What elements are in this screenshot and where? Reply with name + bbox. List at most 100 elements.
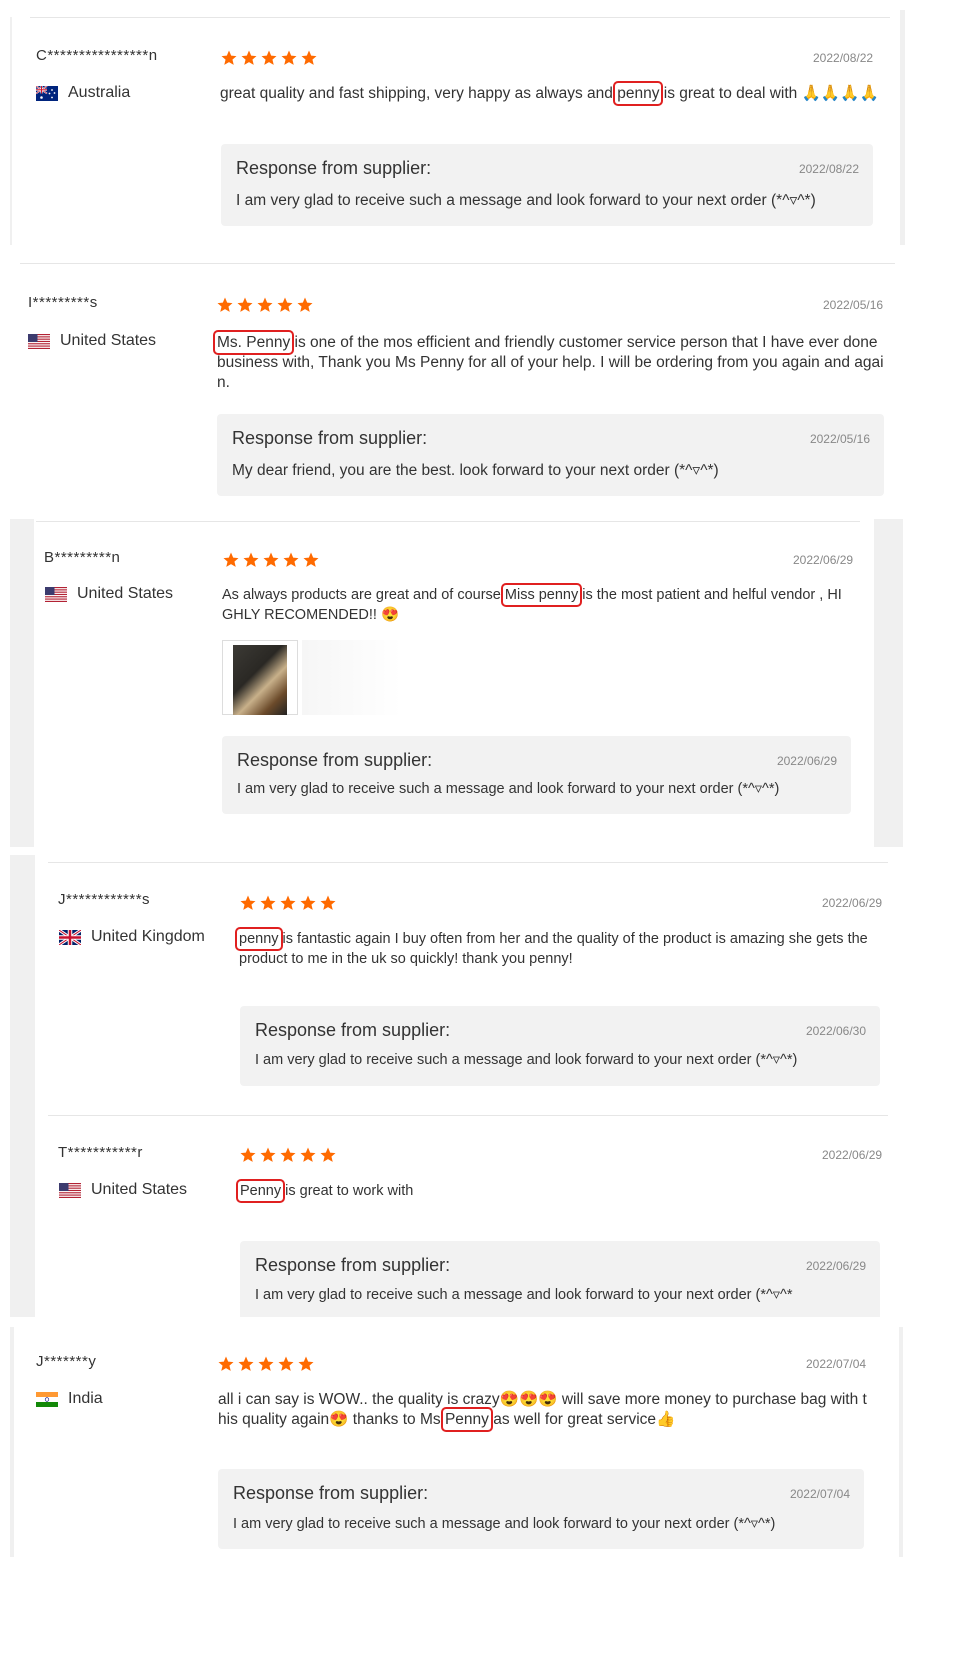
uk-flag-icon: [59, 929, 81, 945]
highlighted-name: Penny: [235, 1179, 286, 1203]
response-title: Response from supplier:: [236, 158, 432, 178]
review-text: penny is fantastic again I buy often fro…: [235, 927, 879, 969]
review-date: 2022/06/29: [822, 896, 883, 910]
country-label: United States: [91, 1181, 188, 1198]
star-icon: [280, 1147, 296, 1162]
response-text: I am very glad to receive such a message…: [255, 1052, 798, 1068]
review-text-part: as well for great service👍: [488, 1411, 676, 1428]
star-icon: [217, 297, 233, 312]
star-rating: [239, 894, 337, 912]
review-text: great quality and fast shipping, very ha…: [220, 81, 880, 106]
review-text-part: As always products are great and of cour…: [222, 587, 505, 603]
review-text-part: is fantastic again I buy often from her …: [239, 931, 868, 967]
highlighted-name: penny: [235, 927, 283, 951]
star-icon: [301, 50, 317, 65]
review-text: all i can say is WOW.. the quality is cr…: [218, 1390, 873, 1432]
reviewer-name: B*********n: [44, 549, 121, 566]
star-icon: [260, 1147, 276, 1162]
star-icon: [221, 50, 237, 65]
supplier-response: Response from supplier: 2022/08/22 I am …: [221, 144, 873, 226]
star-rating: [220, 49, 318, 67]
supplier-response: Response from supplier: 2022/07/04 I am …: [218, 1469, 864, 1549]
star-icon: [257, 297, 273, 312]
review-date: 2022/05/16: [823, 298, 884, 312]
response-text: I am very glad to receive such a message…: [255, 1287, 793, 1303]
response-text: I am very glad to receive such a message…: [237, 781, 780, 797]
highlighted-name: Ms. Penny: [212, 330, 295, 355]
star-icon: [238, 1356, 254, 1371]
review-text-part: is great to deal with 🙏🙏🙏🙏: [659, 85, 879, 102]
star-icon: [281, 50, 297, 65]
star-icon: [298, 1356, 314, 1371]
reviewer-country: Australia: [36, 84, 130, 102]
star-icon: [261, 50, 277, 65]
review-photo-thumbnail[interactable]: [222, 640, 298, 715]
star-icon: [223, 552, 239, 567]
supplier-response: Response from supplier: 2022/06/29 I am …: [240, 1241, 880, 1317]
response-text: My dear friend, you are the best. look f…: [232, 462, 719, 479]
response-title: Response from supplier:: [255, 1020, 451, 1040]
india-flag-icon: [36, 1391, 58, 1407]
star-icon: [237, 297, 253, 312]
review-date: 2022/06/29: [793, 553, 854, 567]
us-flag-icon: [59, 1182, 81, 1198]
response-title: Response from supplier:: [233, 1483, 429, 1503]
review-text: Ms. Penny is one of the mos efficient an…: [212, 330, 885, 393]
reviewer-name: J************s: [58, 891, 151, 908]
supplier-response: Response from supplier: 2022/05/16 My de…: [217, 414, 884, 496]
country-label: Australia: [68, 84, 131, 101]
country-label: United States: [60, 332, 157, 349]
star-icon: [278, 1356, 294, 1371]
reviewer-country: India: [36, 1390, 103, 1408]
us-flag-icon: [28, 333, 50, 349]
product-photo: [233, 645, 287, 715]
star-icon: [243, 552, 259, 567]
review-date: 2022/06/29: [822, 1148, 883, 1162]
response-title: Response from supplier:: [237, 750, 433, 770]
response-date: 2022/06/29: [805, 1259, 866, 1273]
star-icon: [218, 1356, 234, 1371]
review-text: As always products are great and of cour…: [222, 583, 852, 625]
country-label: United States: [77, 585, 174, 602]
review-date: 2022/08/22: [813, 51, 874, 65]
highlighted-name: Miss penny: [500, 583, 583, 607]
star-icon: [280, 895, 296, 910]
supplier-response: Response from supplier: 2022/06/30 I am …: [240, 1006, 880, 1086]
response-date: 2022/08/22: [798, 162, 859, 176]
star-icon: [297, 297, 313, 312]
country-label: India: [68, 1390, 103, 1407]
star-rating: [217, 1355, 315, 1373]
reviewer-country: United States: [45, 585, 173, 603]
response-date: 2022/07/04: [789, 1487, 850, 1501]
response-date: 2022/05/16: [809, 432, 870, 446]
star-icon: [241, 50, 257, 65]
response-title: Response from supplier:: [255, 1255, 451, 1275]
star-icon: [263, 552, 279, 567]
review-text-part: is great to work with: [281, 1183, 414, 1199]
star-icon: [300, 895, 316, 910]
star-icon: [283, 552, 299, 567]
review-text: Penny is great to work with: [235, 1179, 880, 1203]
country-label: United Kingdom: [91, 928, 205, 945]
response-date: 2022/06/29: [776, 754, 837, 768]
star-icon: [260, 895, 276, 910]
reviewer-name: I*********s: [28, 294, 98, 311]
star-icon: [240, 1147, 256, 1162]
australia-flag-icon: [36, 85, 58, 101]
reviewer-name: T***********r: [58, 1144, 143, 1161]
star-icon: [320, 895, 336, 910]
star-icon: [303, 552, 319, 567]
reviewer-country: United States: [28, 332, 156, 350]
reviewer-country: United Kingdom: [59, 928, 205, 946]
star-icon: [258, 1356, 274, 1371]
reviewer-country: United States: [59, 1181, 187, 1199]
review-text-part: great quality and fast shipping, very ha…: [220, 85, 618, 102]
star-icon: [277, 297, 293, 312]
response-text: I am very glad to receive such a message…: [236, 192, 816, 209]
star-icon: [300, 1147, 316, 1162]
us-flag-icon: [45, 586, 67, 602]
star-rating: [216, 296, 314, 314]
reviewer-name: C****************n: [36, 47, 158, 64]
review-photo-thumbnail[interactable]: [302, 640, 402, 715]
highlighted-name: penny: [613, 81, 664, 106]
